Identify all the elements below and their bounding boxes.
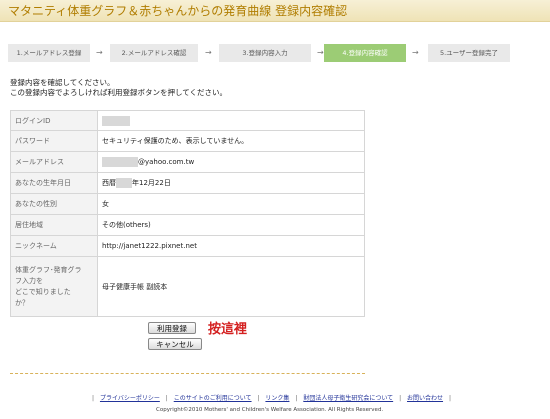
footer-links: | プライバシーポリシー | このサイトのご利用について | リンク集 | 財団…	[92, 395, 451, 402]
link-terms-of-use[interactable]: このサイトのご利用について	[174, 395, 252, 402]
instruction-line-1: 登録内容を確認してください。	[10, 78, 115, 87]
step-arrow-icon: →	[205, 48, 212, 57]
label-gender: あなたの性別	[10, 193, 98, 215]
value-referral-source: 母子健康手帳 副読本	[97, 256, 365, 317]
instructions: 登録内容を確認してください。 この登録内容でよろしければ利用登録ボタンを押してく…	[10, 78, 227, 98]
value-password: セキュリティ保護のため、表示していません。	[97, 130, 365, 152]
link-contact[interactable]: お問い合わせ	[407, 395, 443, 402]
label-login-id: ログインID	[10, 110, 98, 131]
value-nickname: http://janet1222.pixnet.net	[97, 235, 365, 257]
label-region: 居住地域	[10, 214, 98, 236]
step-confirm-details: 4.登録内容確認	[324, 44, 406, 62]
row-nickname: ニックネーム http://janet1222.pixnet.net	[10, 235, 365, 257]
register-button[interactable]: 利用登録	[148, 322, 196, 334]
step-arrow-icon: →	[96, 48, 103, 57]
value-gender: 女	[97, 193, 365, 215]
page-title: マタニティ体重グラフ＆赤ちゃんからの発育曲線 登録内容確認	[8, 4, 348, 18]
birth-era: 西暦	[102, 179, 116, 187]
row-referral-source: 体重グラフ･発育グラ フ入力を どこで知りました か？ 母子健康手帳 副読本	[10, 256, 365, 317]
birth-month-day: 年12月22日	[132, 179, 171, 187]
masked-value	[116, 178, 132, 188]
step-email-confirmation: 2.メールアドレス確認	[110, 44, 198, 62]
masked-value	[102, 115, 130, 126]
masked-value	[102, 157, 138, 167]
step-registration-complete: 5.ユーザー登録完了	[428, 44, 510, 62]
row-birthdate: あなたの生年月日 西暦 年12月22日	[10, 172, 365, 194]
link-about-association[interactable]: 財団法人母子衛生研究会について	[303, 395, 393, 402]
registration-steps: 1.メールアドレス登録 → 2.メールアドレス確認 → 3.登録内容入力 → 4…	[8, 44, 510, 62]
step-arrow-icon: →	[317, 48, 324, 57]
value-login-id	[97, 110, 365, 131]
label-referral-source: 体重グラフ･発育グラ フ入力を どこで知りました か？	[10, 256, 98, 317]
step-arrow-icon: →	[412, 48, 419, 57]
row-password: パスワード セキュリティ保護のため、表示していません。	[10, 130, 365, 152]
row-login-id: ログインID	[10, 110, 365, 131]
link-link-list[interactable]: リンク集	[265, 395, 289, 402]
value-birthdate: 西暦 年12月22日	[97, 172, 365, 194]
copyright-text: Copyright©2010 Mothers' and Children's W…	[156, 407, 384, 413]
label-password: パスワード	[10, 130, 98, 152]
row-gender: あなたの性別 女	[10, 193, 365, 215]
step-email-registration: 1.メールアドレス登録	[8, 44, 90, 62]
value-region: その他(others)	[97, 214, 365, 236]
link-privacy-policy[interactable]: プライバシーポリシー	[100, 395, 160, 402]
row-region: 居住地域 その他(others)	[10, 214, 365, 236]
label-nickname: ニックネーム	[10, 235, 98, 257]
handwritten-annotation: 按這裡	[208, 322, 248, 337]
row-email: メールアドレス @yahoo.com.tw	[10, 151, 365, 173]
instruction-line-2: この登録内容でよろしければ利用登録ボタンを押してください。	[10, 88, 228, 97]
footer-divider	[10, 373, 365, 374]
value-email: @yahoo.com.tw	[97, 151, 365, 173]
email-domain: @yahoo.com.tw	[138, 158, 195, 166]
registration-summary-table: ログインID パスワード セキュリティ保護のため、表示していません。 メールアド…	[10, 110, 365, 317]
label-birthdate: あなたの生年月日	[10, 172, 98, 194]
cancel-button[interactable]: キャンセル	[148, 338, 202, 350]
label-email: メールアドレス	[10, 151, 98, 173]
page-header: マタニティ体重グラフ＆赤ちゃんからの発育曲線 登録内容確認	[0, 0, 550, 22]
step-input-details: 3.登録内容入力	[219, 44, 311, 62]
